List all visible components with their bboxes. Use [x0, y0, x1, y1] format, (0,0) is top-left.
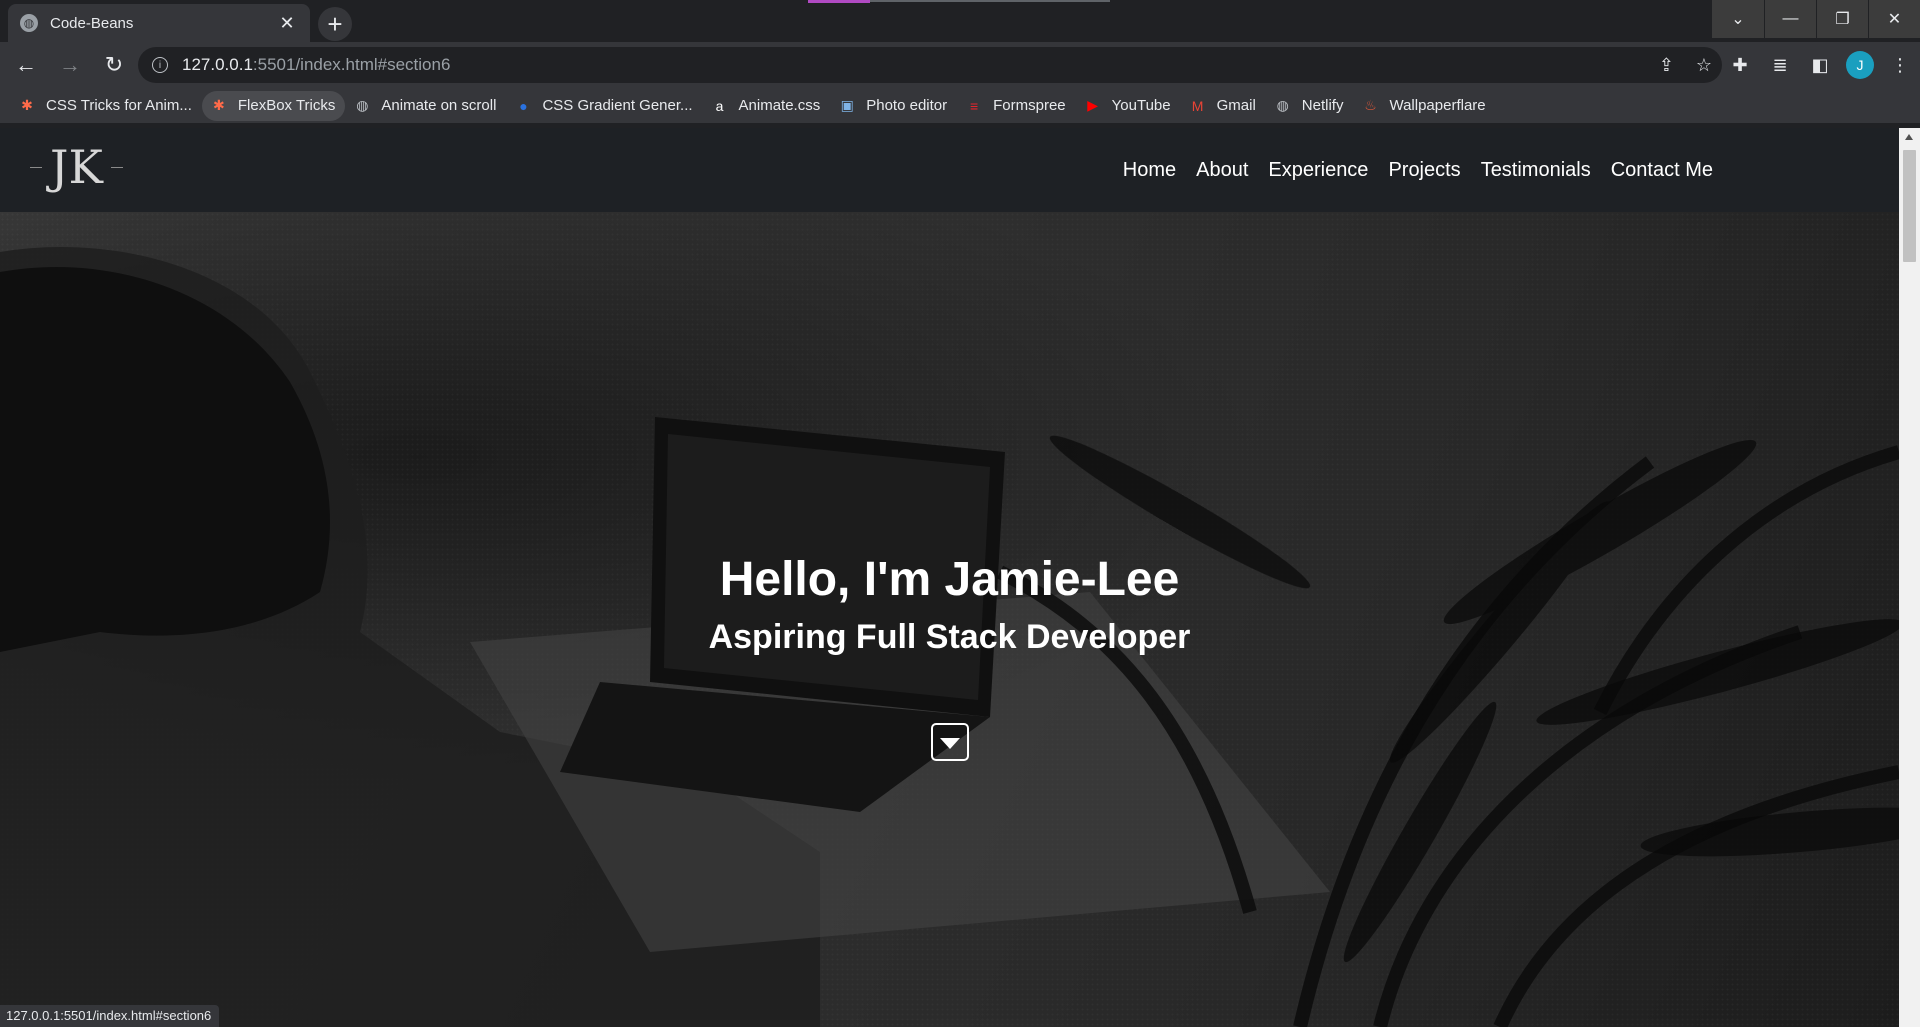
- side-panel-icon[interactable]: ◧: [1800, 55, 1840, 76]
- asterisk-icon: ✱: [213, 97, 225, 113]
- bookmark-item[interactable]: ● CSS Gradient Gener...: [506, 91, 702, 121]
- page-viewport: JK Home About Experience Projects Testimonia…: [0, 128, 1899, 1027]
- nav-link-home[interactable]: Home: [1123, 159, 1176, 182]
- nav-link-experience[interactable]: Experience: [1268, 159, 1368, 182]
- bookmark-label: Photo editor: [866, 97, 948, 114]
- bookmark-label: CSS Gradient Gener...: [542, 97, 693, 114]
- gmail-icon: M: [1191, 97, 1204, 114]
- bookmark-label: YouTube: [1111, 97, 1171, 114]
- browser-toolbar: ← → ↻ i 127.0.0.1:5501/index.html#sectio…: [0, 42, 1920, 88]
- bookmark-item[interactable]: ◍ Animate on scroll: [345, 91, 506, 121]
- close-window-button[interactable]: ✕: [1868, 0, 1920, 38]
- scrollbar-thumb[interactable]: [1903, 150, 1916, 262]
- reload-button[interactable]: ↻: [96, 47, 132, 83]
- gradient-icon: ●: [519, 97, 528, 114]
- hero-section: Hello, I'm Jamie-Lee Aspiring Full Stack…: [0, 212, 1899, 1027]
- nav-link-projects[interactable]: Projects: [1388, 159, 1460, 182]
- window-controls: ⌄ — ❐ ✕: [1712, 0, 1920, 38]
- tab-group-indicator: [808, 0, 870, 3]
- logo-text: JK: [50, 140, 103, 194]
- link-status-bubble: 127.0.0.1:5501/index.html#section6: [0, 1005, 220, 1027]
- scroll-up-arrow-icon[interactable]: [1905, 134, 1913, 140]
- tab-title: Code-Beans: [50, 14, 134, 32]
- tab-search-button[interactable]: ⌄: [1712, 0, 1764, 38]
- bookmark-label: Wallpaperflare: [1389, 97, 1486, 114]
- flame-icon: ♨: [1364, 97, 1377, 113]
- page-scrollbar[interactable]: [1899, 128, 1920, 1027]
- hero-title: Hello, I'm Jamie-Lee: [719, 553, 1180, 606]
- bookmarks-bar: ✱ CSS Tricks for Anim... ✱ FlexBox Tricks ◍ A…: [0, 88, 1920, 124]
- bookmark-star-icon[interactable]: ☆: [1696, 55, 1712, 76]
- toolbar-actions: ✚ ≣ ◧ J ⋮: [1720, 42, 1920, 88]
- share-icon[interactable]: ⇪: [1659, 55, 1674, 76]
- bookmark-item[interactable]: ≡ Formspree: [957, 91, 1076, 121]
- formspree-icon: ≡: [970, 97, 979, 114]
- address-bar[interactable]: i 127.0.0.1:5501/index.html#section6 ⇪ ☆: [138, 47, 1722, 83]
- nav-link-about[interactable]: About: [1196, 159, 1248, 182]
- bookmark-label: Netlify: [1301, 97, 1344, 114]
- forward-button[interactable]: →: [52, 47, 88, 83]
- bookmark-item[interactable]: ▣ Photo editor: [830, 91, 957, 121]
- bookmark-label: Gmail: [1216, 97, 1256, 114]
- scroll-down-button[interactable]: [931, 723, 969, 761]
- maximize-button[interactable]: ❐: [1816, 0, 1868, 38]
- site-nav-links: Home About Experience Projects Testimonials C…: [1103, 128, 1713, 212]
- nav-link-testimonials[interactable]: Testimonials: [1481, 159, 1591, 182]
- logo-dash-left: [30, 166, 42, 168]
- back-button[interactable]: ←: [8, 47, 44, 83]
- bookmark-label: Formspree: [993, 97, 1066, 114]
- asterisk-icon: ✱: [21, 97, 33, 113]
- bookmark-label: Animate on scroll: [381, 97, 497, 114]
- minimize-button[interactable]: —: [1764, 0, 1816, 38]
- hero-content: Hello, I'm Jamie-Lee Aspiring Full Stack…: [0, 212, 1899, 1027]
- menu-kebab-icon[interactable]: ⋮: [1880, 55, 1920, 76]
- site-logo[interactable]: JK: [22, 140, 131, 194]
- url-text[interactable]: 127.0.0.1:5501/index.html#section6: [182, 55, 450, 75]
- globe-icon: ◍: [1276, 97, 1289, 113]
- logo-dash-right: [110, 166, 123, 168]
- globe-icon: ◍: [356, 97, 369, 113]
- url-path: :5501/index.html#section6: [252, 55, 451, 74]
- media-control-icon[interactable]: ≣: [1760, 55, 1800, 76]
- bookmark-label: Animate.css: [738, 97, 821, 114]
- youtube-icon: ▶: [1087, 97, 1099, 113]
- bookmark-item[interactable]: ✱ FlexBox Tricks: [201, 90, 346, 121]
- globe-icon: ◍: [20, 14, 38, 32]
- browser-titlebar: ◍ Code-Beans ✕ + ⌄ — ❐ ✕: [0, 0, 1920, 42]
- site-info-icon[interactable]: i: [152, 57, 168, 73]
- tab-strip-divider: [870, 0, 1110, 2]
- bookmark-label: CSS Tricks for Anim...: [46, 97, 192, 114]
- bookmark-item[interactable]: ◍ Netlify: [1266, 91, 1354, 121]
- profile-avatar[interactable]: J: [1846, 51, 1874, 79]
- browser-tab[interactable]: ◍ Code-Beans ✕: [8, 4, 310, 42]
- bookmark-item[interactable]: ♨ Wallpaperflare: [1353, 91, 1495, 121]
- nav-link-contact-me[interactable]: Contact Me: [1611, 159, 1713, 182]
- bookmark-item[interactable]: ▶ YouTube: [1076, 91, 1181, 121]
- bookmark-label: FlexBox Tricks: [237, 97, 336, 114]
- bookmark-item[interactable]: a Animate.css: [703, 91, 831, 121]
- caret-down-icon: [940, 738, 960, 749]
- bookmark-item[interactable]: ✱ CSS Tricks for Anim...: [10, 91, 202, 121]
- new-tab-button[interactable]: +: [318, 7, 352, 41]
- photo-icon: ▣: [840, 97, 854, 113]
- a-icon: a: [715, 97, 724, 114]
- close-tab-icon[interactable]: ✕: [276, 13, 298, 34]
- url-host: 127.0.0.1: [182, 55, 253, 74]
- hero-subtitle: Aspiring Full Stack Developer: [708, 618, 1191, 656]
- extensions-icon[interactable]: ✚: [1720, 55, 1760, 76]
- site-navbar: JK Home About Experience Projects Testimonia…: [0, 128, 1899, 212]
- bookmark-item[interactable]: M Gmail: [1181, 91, 1266, 121]
